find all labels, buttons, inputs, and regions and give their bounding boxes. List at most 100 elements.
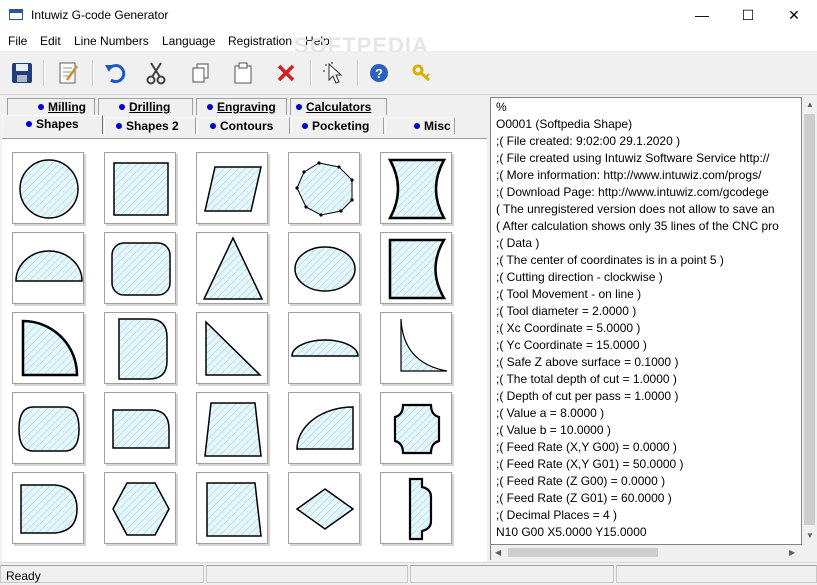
shape-rounded-corner-rect-button[interactable] xyxy=(104,392,176,464)
shape-hexagon-button[interactable] xyxy=(104,472,176,544)
shape-slanted-rect-button[interactable] xyxy=(196,472,268,544)
registration-key-button[interactable] xyxy=(407,58,437,88)
cut-button[interactable] xyxy=(141,58,171,88)
scroll-up-arrow-icon[interactable]: ▲ xyxy=(806,100,814,109)
shape-d-shape-2-button[interactable] xyxy=(12,472,84,544)
scroll-down-arrow-icon[interactable]: ▼ xyxy=(806,531,814,540)
tab-calculators[interactable]: Calculators xyxy=(290,98,387,115)
gcode-line: ;( Yc Coordinate = 15.0000 ) xyxy=(496,338,647,352)
shape-d-shape-button[interactable] xyxy=(104,312,176,384)
tab-dot-icon xyxy=(38,103,44,110)
shape-quarter-ellipse-button[interactable] xyxy=(288,392,360,464)
scroll-right-arrow-icon[interactable]: ▶ xyxy=(789,548,795,557)
tab-shapes[interactable]: Shapes xyxy=(2,115,103,134)
copy-icon xyxy=(192,63,209,83)
shape-semi-ellipse-button[interactable] xyxy=(12,232,84,304)
vertical-scrollbar[interactable]: ▲ ▼ xyxy=(802,97,817,545)
tab-milling[interactable]: Milling xyxy=(7,98,95,115)
shape-rhombus-button[interactable] xyxy=(288,472,360,544)
slanted-rect-shape-icon xyxy=(206,482,262,537)
shape-ellipse-button[interactable] xyxy=(288,232,360,304)
hexagon-shape-icon xyxy=(112,482,170,536)
gcode-line: ;( Download Page: http://www.intuwiz.com… xyxy=(496,185,769,199)
shape-quarter-circle-button[interactable] xyxy=(12,312,84,384)
shape-octagon-button[interactable] xyxy=(288,152,360,224)
gcode-line: ;( Safe Z above surface = 0.1000 ) xyxy=(496,355,679,369)
octagon-shape-icon xyxy=(295,161,354,217)
gcode-line: ;( Cutting direction - clockwise ) xyxy=(496,270,663,284)
gcode-line: ;( Feed Rate (X,Y G01) = 50.0000 ) xyxy=(496,457,684,471)
save-button[interactable] xyxy=(7,58,37,88)
tab-dot-icon xyxy=(296,103,302,110)
tab-misc[interactable]: Misc xyxy=(385,117,455,134)
gcode-line: ;( Feed Rate (X,Y G00) = 0.0000 ) xyxy=(496,440,677,454)
tab-dot-icon xyxy=(414,122,420,129)
rounded-square-shape-icon xyxy=(111,242,171,296)
gcode-line: ;( Depth of cut per pass = 1.0000 ) xyxy=(496,389,679,403)
gcode-line: ;( More information: http://www.intuwiz.… xyxy=(496,168,762,182)
maximize-button[interactable]: ☐ xyxy=(725,0,771,31)
shape-trapezoid-button[interactable] xyxy=(196,392,268,464)
ellipse-shape-icon xyxy=(294,246,356,292)
shape-parallelogram-button[interactable] xyxy=(196,152,268,224)
tab-dot-icon xyxy=(116,122,122,129)
menu-edit[interactable]: Edit xyxy=(40,34,61,48)
horizontal-scroll-thumb[interactable] xyxy=(508,548,658,557)
shape-obround-button[interactable] xyxy=(12,392,84,464)
shape-square-button[interactable] xyxy=(104,152,176,224)
scroll-left-arrow-icon[interactable]: ◀ xyxy=(495,548,501,557)
triangle-shape-icon xyxy=(202,236,264,300)
square-shape-icon xyxy=(113,162,169,216)
obround-shape-icon xyxy=(18,406,80,452)
delete-icon xyxy=(277,64,295,82)
tab-shapes-2[interactable]: Shapes 2 xyxy=(104,117,196,134)
gcode-line: ;( Feed Rate (Z G00) = 0.0000 ) xyxy=(496,474,666,488)
status-text: Ready xyxy=(6,569,41,583)
menu-line-numbers[interactable]: Line Numbers xyxy=(74,34,149,48)
copy-button[interactable] xyxy=(186,58,216,88)
circle-shape-icon xyxy=(19,159,79,219)
gcode-line: O0001 (Softpedia Shape) xyxy=(496,117,633,131)
tab-engraving[interactable]: Engraving xyxy=(196,98,287,115)
horizontal-scrollbar[interactable]: ◀ ▶ xyxy=(490,545,803,560)
close-button[interactable]: ✕ xyxy=(771,0,817,31)
menu-language[interactable]: Language xyxy=(162,34,215,48)
gcode-line: ;( The total depth of cut = 1.0000 ) xyxy=(496,372,677,386)
shape-notched-cross-button[interactable] xyxy=(380,392,452,464)
d-shape-2-shape-icon xyxy=(20,484,78,534)
tab-pocketing[interactable]: Pocketing xyxy=(291,117,384,134)
shape-concave-square-button[interactable] xyxy=(380,152,452,224)
notched-cross-shape-icon xyxy=(393,403,441,455)
undo-button[interactable] xyxy=(100,58,130,88)
minimize-button[interactable]: — xyxy=(679,0,725,31)
shape-concave-right-rect-button[interactable] xyxy=(380,232,452,304)
shape-circle-button[interactable] xyxy=(12,152,84,224)
tab-contours[interactable]: Contours xyxy=(197,117,290,134)
undo-icon xyxy=(105,64,126,84)
pointer-icon xyxy=(323,62,343,84)
shape-half-ellipse-button[interactable] xyxy=(288,312,360,384)
quarter-circle-shape-icon xyxy=(21,319,79,377)
delete-button[interactable] xyxy=(271,58,301,88)
gcode-output[interactable]: % O0001 (Softpedia Shape) ;( File created:… xyxy=(490,97,802,545)
menu-registration[interactable]: Registration xyxy=(228,34,292,48)
shape-right-triangle-button[interactable] xyxy=(196,312,268,384)
tab-drilling[interactable]: Drilling xyxy=(98,98,193,115)
d-shape-shape-icon xyxy=(118,318,168,380)
vertical-scroll-thumb[interactable] xyxy=(804,114,815,525)
menu-file[interactable]: File xyxy=(8,34,27,48)
shape-concave-triangle-button[interactable] xyxy=(380,312,452,384)
shape-slotted-bar-button[interactable] xyxy=(380,472,452,544)
gcode-line: ;( Value b = 10.0000 ) xyxy=(496,423,611,437)
rhombus-shape-icon xyxy=(295,488,355,530)
title-bar: Intuwiz G-code Generator — ☐ ✕ xyxy=(0,0,817,31)
help-icon: ? xyxy=(370,64,388,82)
gcode-line: ;( The center of coordinates is in a poi… xyxy=(496,253,724,267)
paste-button[interactable] xyxy=(228,58,258,88)
edit-button[interactable] xyxy=(53,58,83,88)
shape-rounded-square-button[interactable] xyxy=(104,232,176,304)
help-button[interactable]: ? xyxy=(364,58,394,88)
shape-triangle-button[interactable] xyxy=(196,232,268,304)
select-button[interactable] xyxy=(318,58,348,88)
rounded-corner-rect-shape-icon xyxy=(112,409,170,449)
